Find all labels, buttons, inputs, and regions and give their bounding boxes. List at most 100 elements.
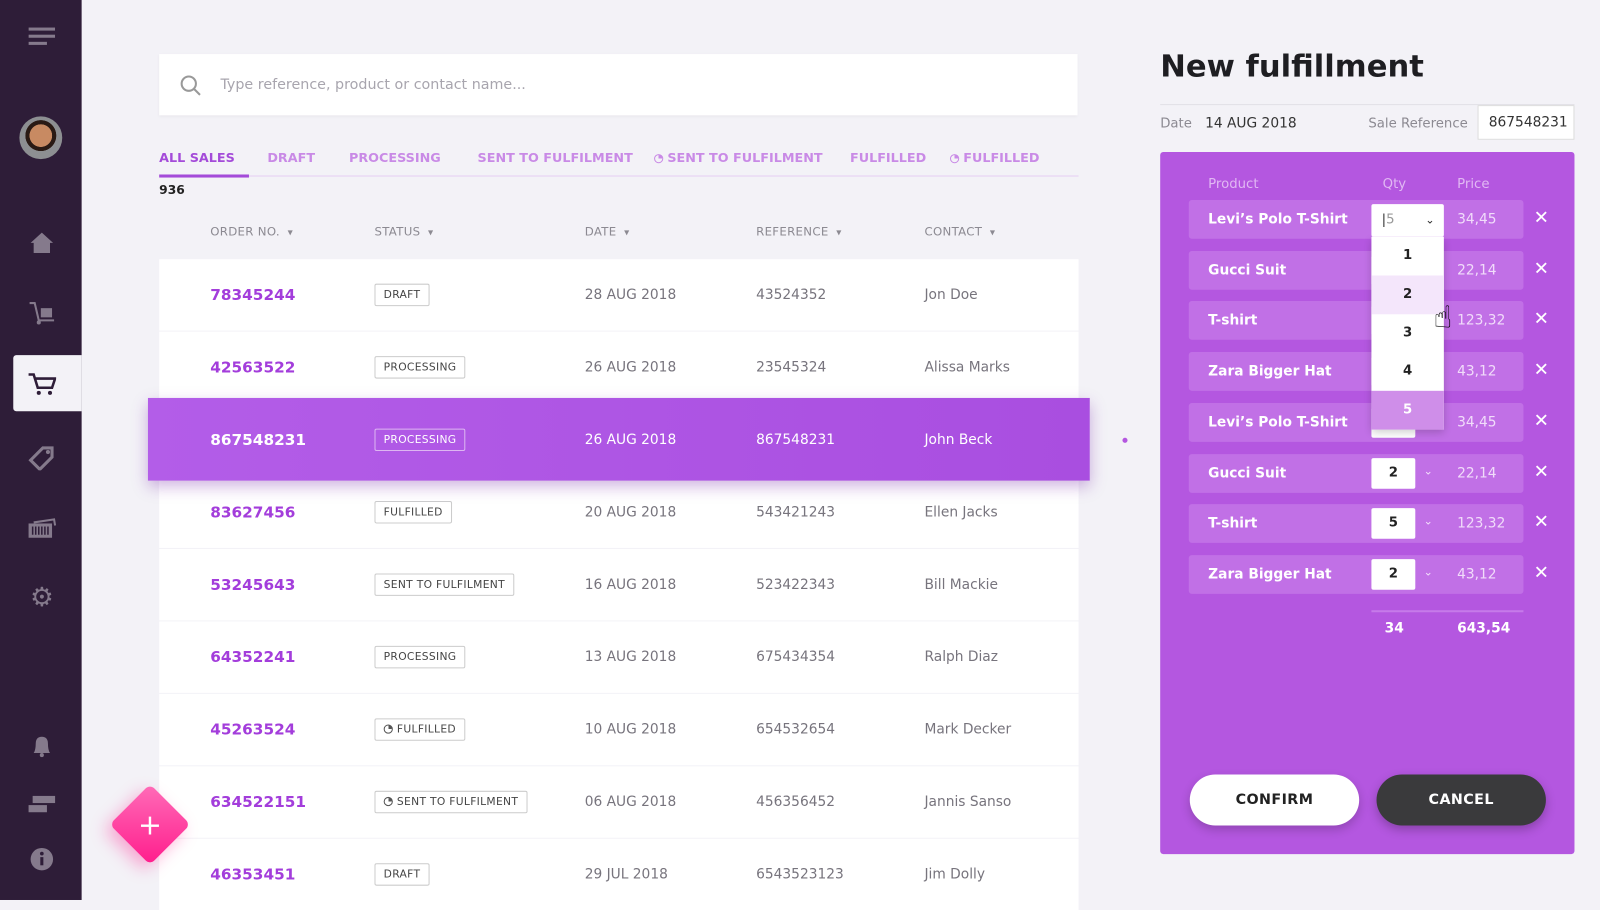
fulfillment-item: Levi’s Polo T-Shirt⌄34,45 [1188,402,1524,442]
table-row[interactable]: 53245643 SENT TO FULFILMENT 16 AUG 2018 523… [159,548,1079,621]
search-icon [180,75,201,96]
qty-dropdown-input[interactable]: |5 ⌄ [1371,204,1444,237]
qty-option[interactable]: 4 [1371,352,1443,391]
table-row[interactable]: 867548231 PROCESSING 26 AUG 2018 867548231 J… [147,397,1090,481]
clock-icon [949,154,960,164]
chevron-down-icon[interactable]: ⌄ [1423,514,1432,527]
avatar[interactable] [19,116,63,160]
column-contact[interactable]: CONTACT [924,224,995,238]
search-input[interactable] [220,76,935,93]
qty-select[interactable]: 2 [1371,559,1416,590]
order-number[interactable]: 42563522 [210,358,295,376]
tag-icon[interactable] [24,442,59,473]
tab-fulfilled[interactable]: FULFILLED [850,150,926,165]
clock-icon [383,724,393,734]
cell-text: Jon Doe [924,286,978,304]
tab-processing[interactable]: PROCESSING [349,150,441,165]
cell-text: 64352241 [210,647,296,667]
qty-select[interactable]: 5 [1371,508,1416,539]
cell-text: 28 AUG 2018 [584,286,677,304]
tab-all-sales[interactable]: ALL SALES [159,150,235,165]
table-row[interactable]: 42563522 PROCESSING 26 AUG 2018 23545324 Ali… [159,331,1079,404]
confirm-button[interactable]: CONFIRM [1189,774,1360,826]
cell-text: 53245643 [210,575,296,594]
cell-text: 23545324 [756,359,827,376]
status-badge: PROCESSING [374,645,466,669]
table-row[interactable]: 46353451 DRAFT 29 JUL 2018 6543523123 Jim Do… [159,838,1079,910]
info-icon[interactable] [24,844,59,875]
chevron-down-icon[interactable]: ⌄ [1423,565,1432,578]
search-bar [159,54,1078,116]
order-number[interactable]: 83627456 [210,503,295,521]
order-number[interactable]: 46353451 [210,865,295,883]
cell-text: John Beck [924,431,993,448]
order-number[interactable]: 64352241 [210,648,295,666]
remove-item-icon[interactable]: ✕ [1534,207,1549,228]
tab-sent-to-fulfilment[interactable]: SENT TO FULFILMENT [478,150,633,165]
qty-select[interactable]: 2 [1371,457,1416,489]
table-row[interactable]: 78345244 DRAFT 28 AUG 2018 43524352 Jon Doe [159,259,1079,331]
contact-cell: Alissa Marks [924,359,1009,375]
price: 43,12 [1457,363,1497,380]
cell-text: 83627456 [210,503,296,522]
order-number[interactable]: 867548231 [210,430,306,448]
price: 43,12 [1457,566,1497,583]
fulfillment-item: Gucci Suit 2 ⌄ 22,14 [1188,453,1524,493]
sale-reference-label: Sale Reference [1368,116,1468,132]
menu-icon[interactable] [24,20,59,51]
order-number[interactable]: 45263524 [210,720,295,738]
home-icon[interactable] [24,228,59,259]
status-badge: DRAFT [374,863,430,886]
date-cell: 28 AUG 2018 [585,287,677,303]
date-cell: 26 AUG 2018 [585,431,677,447]
column-order-no[interactable]: ORDER NO. [210,224,293,238]
remove-item-icon[interactable]: ✕ [1534,359,1549,380]
chat-icon[interactable] [24,790,59,821]
cell-text: Ralph Diaz [924,648,998,666]
qty-option[interactable]: 5 [1371,391,1444,430]
order-number[interactable]: 53245643 [210,576,295,594]
product-name: T-shirt [1208,515,1258,532]
bell-icon[interactable] [24,731,59,762]
order-number[interactable]: 78345244 [210,286,295,304]
remove-item-icon[interactable]: ✕ [1534,410,1549,431]
cancel-button[interactable]: CANCEL [1376,774,1546,826]
remove-item-icon[interactable]: ✕ [1534,309,1549,330]
tab-draft[interactable]: DRAFT [267,150,315,165]
contact-cell: Jannis Sanso [924,794,1011,810]
tab-sent-to-fulfilment-pending[interactable]: SENT TO FULFILMENT [654,150,823,165]
cell-text: 10 AUG 2018 [584,721,677,738]
cell-text: 654532654 [756,721,836,738]
table-row[interactable]: 45263524 FULFILLED 10 AUG 2018 654532654 Mar… [159,693,1079,766]
qty-option[interactable]: 1 [1371,237,1443,276]
trolley-icon[interactable] [24,298,59,329]
remove-item-icon[interactable]: ✕ [1534,258,1549,279]
remove-item-icon[interactable]: ✕ [1534,562,1549,583]
contact-cell: Ellen Jacks [924,504,997,520]
table-row[interactable]: 634522151 SENT TO FULFILMENT 06 AUG 2018 45… [159,766,1079,838]
remove-item-icon[interactable]: ✕ [1534,461,1549,482]
cell-text: 06 AUG 2018 [584,793,677,811]
cell-text: 42563522 [210,358,296,377]
fulfillment-item: T-shirt⌄123,32 [1188,301,1524,341]
column-reference[interactable]: REFERENCE [756,224,842,238]
tab-fulfilled-pending[interactable]: FULFILLED [949,150,1039,165]
chevron-down-icon[interactable]: ⌄ [1423,464,1432,477]
add-sale-button[interactable]: + [109,784,191,865]
remove-item-icon[interactable]: ✕ [1534,511,1549,532]
gear-icon[interactable]: ⚙ [24,583,59,614]
column-status[interactable]: STATUS [374,224,433,238]
product-header: Product [1208,176,1259,192]
table-row[interactable]: 64352241 PROCESSING 13 AUG 2018 675434354 Ra… [159,621,1079,693]
fulfillment-item: Zara Bigger Hat⌄43,12 [1188,352,1524,391]
sale-reference-input[interactable]: 867548231 [1477,105,1575,140]
cart-icon[interactable] [24,368,59,399]
table-row[interactable]: 83627456 FULFILLED 20 AUG 2018 543421243 Ell… [159,476,1079,548]
cell-text: 45263524 [210,720,296,739]
cell-text: SENT TO FULFILMENT [396,795,519,809]
column-date[interactable]: DATE [585,224,630,238]
cell-text: Mark Decker [924,721,1012,738]
cell-text: 46353451 [210,865,296,884]
barcode-icon[interactable] [24,513,59,544]
order-number[interactable]: 634522151 [210,793,306,811]
